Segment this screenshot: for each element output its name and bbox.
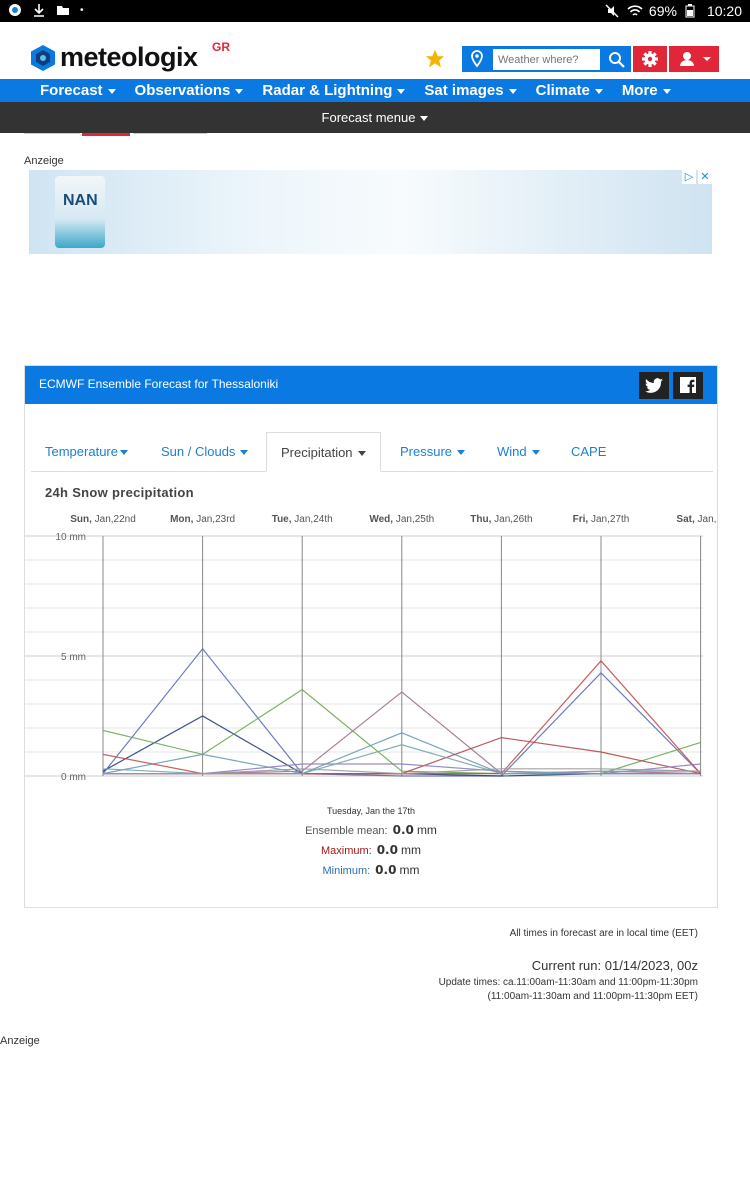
- ad-label: Anzeige: [0, 1035, 40, 1047]
- x-tick-label: Wed, Jan,25th: [369, 514, 434, 525]
- app-icon: [8, 3, 22, 17]
- readout-unit: mm: [416, 823, 437, 837]
- readout-max-label: Maximum:: [320, 845, 372, 857]
- ad-label: Anzeige: [24, 155, 64, 167]
- caret-down-icon: [531, 450, 540, 456]
- nav-forecast[interactable]: Forecast: [40, 79, 116, 102]
- battery-level: 69%: [648, 3, 677, 19]
- chart-title: 24h Snow precipitation: [45, 485, 194, 500]
- x-tick-label: Thu, Jan,26th: [470, 514, 532, 525]
- timezone-note: All times in forecast are in local time …: [509, 928, 698, 939]
- ad-choices-icon[interactable]: ▷: [682, 170, 696, 184]
- wifi-icon: [627, 4, 643, 18]
- submenu-tab-indicator: [24, 133, 80, 134]
- user-menu-button[interactable]: [669, 46, 719, 72]
- parameter-tabs: Temperature Sun / Clouds Precipitation P…: [31, 432, 713, 472]
- search-input[interactable]: [493, 49, 600, 70]
- logo-text: meteologix: [60, 42, 198, 72]
- ad-product-text: NAN: [63, 192, 98, 209]
- battery-icon: [685, 4, 699, 18]
- submenu-tab-indicator: [133, 133, 207, 134]
- caret-down-icon: [508, 88, 517, 94]
- readout-max-value: 0.0: [376, 843, 398, 857]
- current-run: Current run: 01/14/2023, 00z: [531, 958, 698, 973]
- forecast-menu-toggle[interactable]: Forecast menue: [0, 102, 750, 133]
- tab-pressure[interactable]: Pressure: [386, 432, 479, 472]
- tab-cape[interactable]: CAPE: [557, 432, 620, 472]
- twitter-icon: [645, 378, 663, 393]
- update-times: Update times: ca.11:00am-11:30am and 11:…: [438, 977, 698, 988]
- caret-down-icon: [235, 88, 244, 94]
- caret-down-icon: [594, 88, 603, 94]
- logo-hexagon-icon: [31, 44, 55, 71]
- ad-product-image: NAN: [55, 176, 105, 248]
- nav-radar-lightning[interactable]: Radar & Lightning: [262, 79, 406, 102]
- update-times-eet: (11:00am-11:30am and 11:00pm-11:30pm EET…: [487, 991, 698, 1002]
- status-bar: • 69% 10:20: [0, 0, 750, 22]
- panel-title: ECMWF Ensemble Forecast for Thessaloniki: [39, 377, 279, 391]
- chart-readout: Tuesday, Jan the 17th Ensemble mean: 0.0 …: [25, 806, 717, 880]
- panel-header: ECMWF Ensemble Forecast for Thessaloniki: [25, 366, 717, 404]
- ad-banner[interactable]: NAN ▷ ✕: [29, 170, 712, 254]
- readout-min-label: Minimum:: [322, 865, 371, 877]
- nav-sat-images[interactable]: Sat images: [424, 79, 517, 102]
- y-tick-label: 0 mm: [61, 772, 86, 783]
- tab-precipitation[interactable]: Precipitation: [266, 432, 381, 472]
- y-tick-label: 5 mm: [61, 652, 86, 663]
- caret-down-icon: [357, 451, 366, 457]
- settings-button[interactable]: [633, 46, 667, 72]
- twitter-share-button[interactable]: [639, 372, 669, 399]
- clock: 10:20: [706, 3, 742, 19]
- caret-down-icon: [240, 450, 249, 456]
- facebook-share-button[interactable]: [673, 372, 703, 399]
- site-logo[interactable]: meteologix GR: [30, 40, 230, 73]
- readout-max-row: Maximum: 0.0 mm: [25, 840, 717, 860]
- facebook-icon: [680, 377, 696, 393]
- ensemble-chart[interactable]: Sun, Jan,22nd Mon, Jan,23rd Tue, Jan,24th W…: [25, 506, 717, 786]
- user-icon: [680, 52, 711, 66]
- y-tick-label: 10 mm: [55, 532, 86, 543]
- readout-date: Tuesday, Jan the 17th: [326, 806, 416, 816]
- x-tick-label: Sun, Jan,22nd: [70, 514, 136, 525]
- caret-down-icon: [107, 88, 116, 94]
- tab-temperature[interactable]: Temperature: [31, 432, 142, 472]
- search-box: [462, 46, 631, 72]
- readout-mean-row: Ensemble mean: 0.0 mm: [25, 820, 717, 840]
- caret-down-icon: [662, 88, 671, 94]
- caret-down-icon: [119, 450, 128, 456]
- readout-unit: mm: [399, 863, 420, 877]
- nav-more[interactable]: More: [622, 79, 671, 102]
- readout-min-row: Minimum: 0.0 mm: [25, 860, 717, 880]
- gear-icon: [642, 51, 658, 67]
- logo-country-code: GR: [212, 40, 230, 54]
- caret-down-icon: [397, 88, 406, 94]
- x-tick-label: Fri, Jan,27th: [573, 514, 630, 525]
- readout-unit: mm: [401, 843, 422, 857]
- location-pin-icon[interactable]: [463, 47, 491, 71]
- caret-down-icon: [457, 450, 466, 456]
- download-icon: [32, 3, 46, 17]
- caret-down-icon: [420, 116, 429, 122]
- readout-mean-value: 0.0: [392, 823, 414, 837]
- ad-close-icon[interactable]: ✕: [698, 170, 712, 184]
- x-tick-label: Mon, Jan,23rd: [170, 514, 235, 525]
- site-header: meteologix GR: [0, 22, 750, 79]
- dot-icon: •: [80, 4, 84, 16]
- submenu-active-indicator: [82, 133, 130, 136]
- x-tick-label: Sat, Jan,...: [676, 514, 717, 525]
- readout-min-value: 0.0: [375, 863, 397, 877]
- favorite-star-icon[interactable]: [424, 48, 446, 70]
- folder-icon: [56, 3, 70, 17]
- search-button[interactable]: [602, 47, 631, 71]
- nav-observations[interactable]: Observations: [135, 79, 244, 102]
- main-navigation: Forecast Observations Radar & Lightning …: [0, 79, 750, 102]
- forecast-panel: ECMWF Ensemble Forecast for Thessaloniki…: [24, 365, 718, 908]
- nav-climate[interactable]: Climate: [536, 79, 603, 102]
- x-tick-label: Tue, Jan,24th: [272, 514, 333, 525]
- mute-icon: [605, 4, 619, 18]
- search-icon: [609, 52, 625, 68]
- tab-sun-clouds[interactable]: Sun / Clouds: [147, 432, 262, 472]
- tab-wind[interactable]: Wind: [483, 432, 554, 472]
- readout-mean-label: Ensemble mean:: [305, 825, 388, 837]
